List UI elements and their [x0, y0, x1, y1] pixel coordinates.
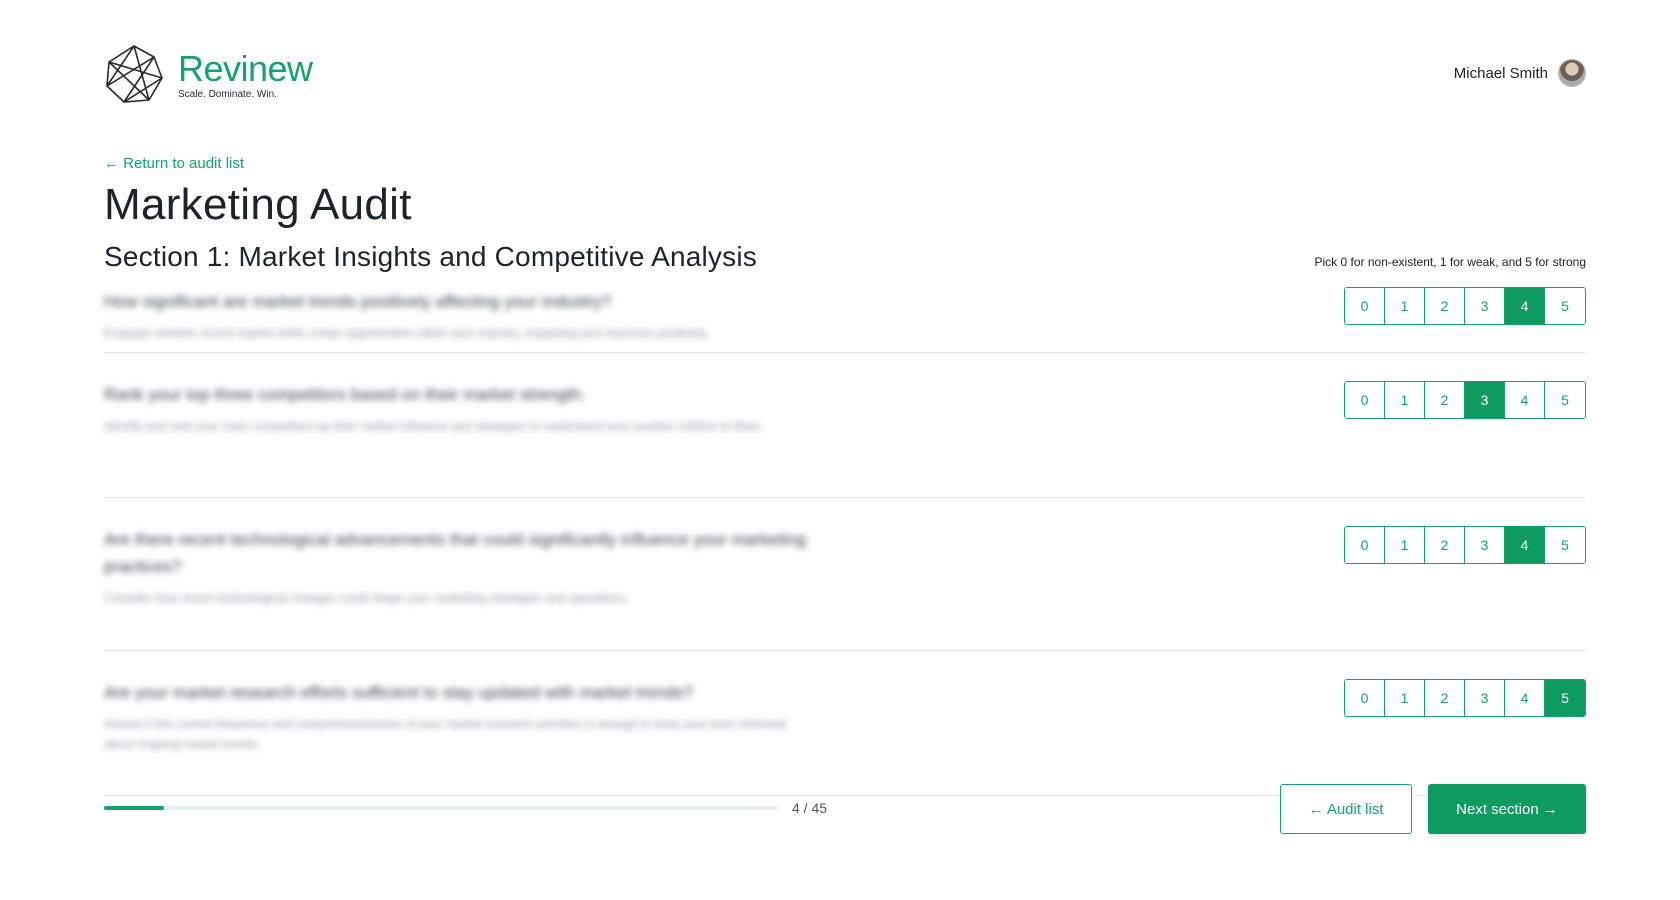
brand-logo[interactable]: Revinew Scale. Dominate. Win. [104, 44, 313, 106]
question-text: Are your market research efforts suffici… [104, 679, 814, 754]
next-section-button[interactable]: Next section → [1428, 784, 1586, 834]
rating-option-3[interactable]: 3 [1465, 382, 1505, 418]
question-text: How significant are market trends positi… [104, 288, 814, 343]
question-title: Rank your top three competitors based on… [104, 385, 586, 404]
question-title: How significant are market trends positi… [104, 292, 612, 311]
rating-scale: 012345 [1344, 381, 1586, 419]
user-menu[interactable]: Michael Smith [1454, 59, 1586, 87]
question-row: How significant are market trends positi… [104, 287, 1586, 353]
rating-option-2[interactable]: 2 [1425, 288, 1465, 324]
question-title: Are there recent technological advanceme… [104, 530, 807, 576]
section-title: Section 1: Market Insights and Competiti… [104, 241, 757, 272]
rating-option-0[interactable]: 0 [1345, 382, 1385, 418]
logo-mark-icon [106, 45, 163, 103]
rating-option-1[interactable]: 1 [1385, 382, 1425, 418]
rating-scale: 012345 [1344, 526, 1586, 564]
rating-option-0[interactable]: 0 [1345, 288, 1385, 324]
page-title: Marketing Audit [104, 180, 412, 229]
rating-option-2[interactable]: 2 [1425, 527, 1465, 563]
question-description: Consider how recent technological change… [104, 591, 629, 605]
brand-tagline: Scale. Dominate. Win. [178, 88, 277, 100]
question-description: Assess if the current frequency and comp… [104, 717, 787, 751]
progress-fill [104, 806, 164, 810]
rating-option-5[interactable]: 5 [1545, 680, 1585, 716]
progress-label: 4 / 45 [792, 800, 828, 816]
audit-list-button[interactable]: ← Audit list [1280, 784, 1412, 834]
return-to-audit-list-link[interactable]: ← Return to audit list [104, 155, 244, 172]
rating-option-4[interactable]: 4 [1505, 680, 1545, 716]
rating-option-3[interactable]: 3 [1465, 680, 1505, 716]
rating-option-3[interactable]: 3 [1465, 288, 1505, 324]
rating-scale: 012345 [1344, 679, 1586, 717]
user-name: Michael Smith [1453, 64, 1548, 82]
rating-option-5[interactable]: 5 [1545, 527, 1585, 563]
rating-option-5[interactable]: 5 [1545, 288, 1585, 324]
question-row: Are there recent technological advanceme… [104, 498, 1586, 651]
progress-bar [104, 806, 778, 810]
avatar[interactable] [1558, 59, 1586, 87]
question-list: How significant are market trends positi… [104, 287, 1586, 796]
rating-option-0[interactable]: 0 [1345, 680, 1385, 716]
question-description: Identify and rank your main competitors … [104, 419, 764, 433]
rating-option-0[interactable]: 0 [1345, 527, 1385, 563]
rating-option-4[interactable]: 4 [1505, 288, 1545, 324]
rating-option-1[interactable]: 1 [1385, 288, 1425, 324]
question-row: Are your market research efforts suffici… [104, 651, 1586, 796]
rating-option-1[interactable]: 1 [1385, 527, 1425, 563]
rating-option-2[interactable]: 2 [1425, 680, 1465, 716]
rating-option-3[interactable]: 3 [1465, 527, 1505, 563]
question-text: Are there recent technological advanceme… [104, 526, 814, 608]
rating-option-5[interactable]: 5 [1545, 382, 1585, 418]
brand-name: Revinew [178, 47, 313, 89]
rating-option-4[interactable]: 4 [1505, 527, 1545, 563]
question-row: Rank your top three competitors based on… [104, 353, 1586, 498]
rating-option-4[interactable]: 4 [1505, 382, 1545, 418]
rating-scale: 012345 [1344, 287, 1586, 325]
scale-hint: Pick 0 for non-existent, 1 for weak, and… [1314, 255, 1586, 269]
question-title: Are your market research efforts suffici… [104, 683, 693, 702]
rating-option-1[interactable]: 1 [1385, 680, 1425, 716]
rating-option-2[interactable]: 2 [1425, 382, 1465, 418]
question-description: Evaluate whether recent market shifts cr… [104, 326, 710, 340]
question-text: Rank your top three competitors based on… [104, 381, 814, 436]
